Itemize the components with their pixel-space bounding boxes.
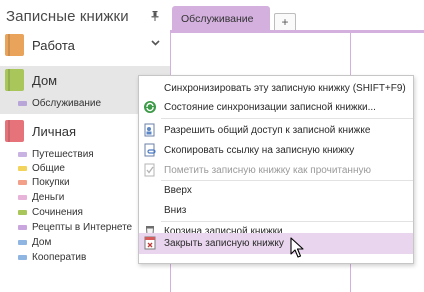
notebook-label: Работа bbox=[32, 38, 75, 53]
notebook-icon bbox=[5, 34, 24, 56]
menu-item-move-down[interactable]: Вниз bbox=[139, 200, 413, 220]
menu-item-label: Разрешить общий доступ к записной книжке bbox=[164, 124, 371, 136]
plus-icon: + bbox=[281, 15, 289, 29]
notebook-item-work[interactable]: Работа bbox=[0, 34, 170, 56]
section-color-tab bbox=[18, 195, 27, 200]
tab-underline bbox=[170, 30, 424, 33]
tab-maintenance[interactable]: Обслуживание bbox=[172, 6, 270, 32]
section-color-tab bbox=[18, 240, 27, 245]
section-color-tab bbox=[18, 166, 27, 171]
menu-item-sync-status[interactable]: Состояние синхронизации записной книжки.… bbox=[139, 97, 413, 117]
sync-icon bbox=[144, 101, 156, 113]
mouse-cursor-icon bbox=[290, 237, 304, 258]
notebook-label: Личная bbox=[32, 124, 77, 139]
close-notebook-icon bbox=[144, 236, 156, 250]
notebook-label: Дом bbox=[32, 73, 58, 88]
section-label: Общие bbox=[32, 163, 65, 174]
section-tab-strip: Обслуживание + bbox=[170, 0, 424, 33]
share-icon bbox=[144, 123, 155, 137]
tab-label: Обслуживание bbox=[181, 13, 254, 25]
menu-item-label: Скопировать ссылку на записную книжку bbox=[164, 144, 355, 156]
section-label: Дом bbox=[32, 237, 52, 248]
add-section-button[interactable]: + bbox=[274, 13, 296, 30]
chevron-down-icon[interactable] bbox=[151, 40, 160, 46]
section-color-tab bbox=[18, 210, 27, 215]
menu-item-label: Вверх bbox=[164, 184, 192, 196]
menu-item-move-up[interactable]: Вверх bbox=[139, 180, 413, 200]
section-color-tab bbox=[18, 101, 27, 106]
section-label: Путешествия bbox=[32, 149, 94, 160]
section-label: Кооператив bbox=[32, 252, 87, 263]
section-color-tab bbox=[18, 225, 27, 230]
menu-item-copy-link[interactable]: Скопировать ссылку на записную книжку bbox=[139, 140, 413, 160]
section-label: Обслуживание bbox=[32, 98, 102, 109]
menu-item-label: Вниз bbox=[164, 204, 187, 216]
menu-item-label: Состояние синхронизации записной книжки.… bbox=[164, 101, 376, 113]
menu-item-label: Синхронизировать эту записную книжку (SH… bbox=[164, 82, 406, 94]
notebook-icon bbox=[5, 120, 24, 142]
section-color-tab bbox=[18, 152, 27, 157]
section-color-tab bbox=[18, 180, 27, 185]
copy-link-icon bbox=[144, 143, 156, 157]
menu-item-mark-read[interactable]: Пометить записную книжку как прочитанную bbox=[139, 160, 413, 180]
section-label: Рецепты в Интернете bbox=[32, 222, 133, 233]
menu-item-close-notebook[interactable]: Закрыть записную книжку bbox=[139, 233, 413, 254]
menu-item-label: Закрыть записную книжку bbox=[164, 238, 284, 249]
section-color-tab bbox=[18, 255, 27, 260]
section-label: Покупки bbox=[32, 177, 70, 188]
mark-read-icon bbox=[144, 163, 155, 177]
notebook-pane-header: Записные книжки bbox=[0, 0, 170, 32]
section-label: Сочинения bbox=[32, 207, 83, 218]
pin-icon[interactable] bbox=[151, 11, 159, 21]
notebook-icon bbox=[5, 69, 24, 91]
menu-separator bbox=[161, 118, 413, 119]
pane-title: Записные книжки bbox=[6, 7, 129, 25]
menu-item-share-notebook[interactable]: Разрешить общий доступ к записной книжке bbox=[139, 120, 413, 140]
section-label: Деньги bbox=[32, 192, 65, 203]
menu-item-sync-notebook[interactable]: Синхронизировать эту записную книжку (SH… bbox=[139, 78, 413, 98]
menu-item-label: Пометить записную книжку как прочитанную bbox=[164, 164, 371, 176]
